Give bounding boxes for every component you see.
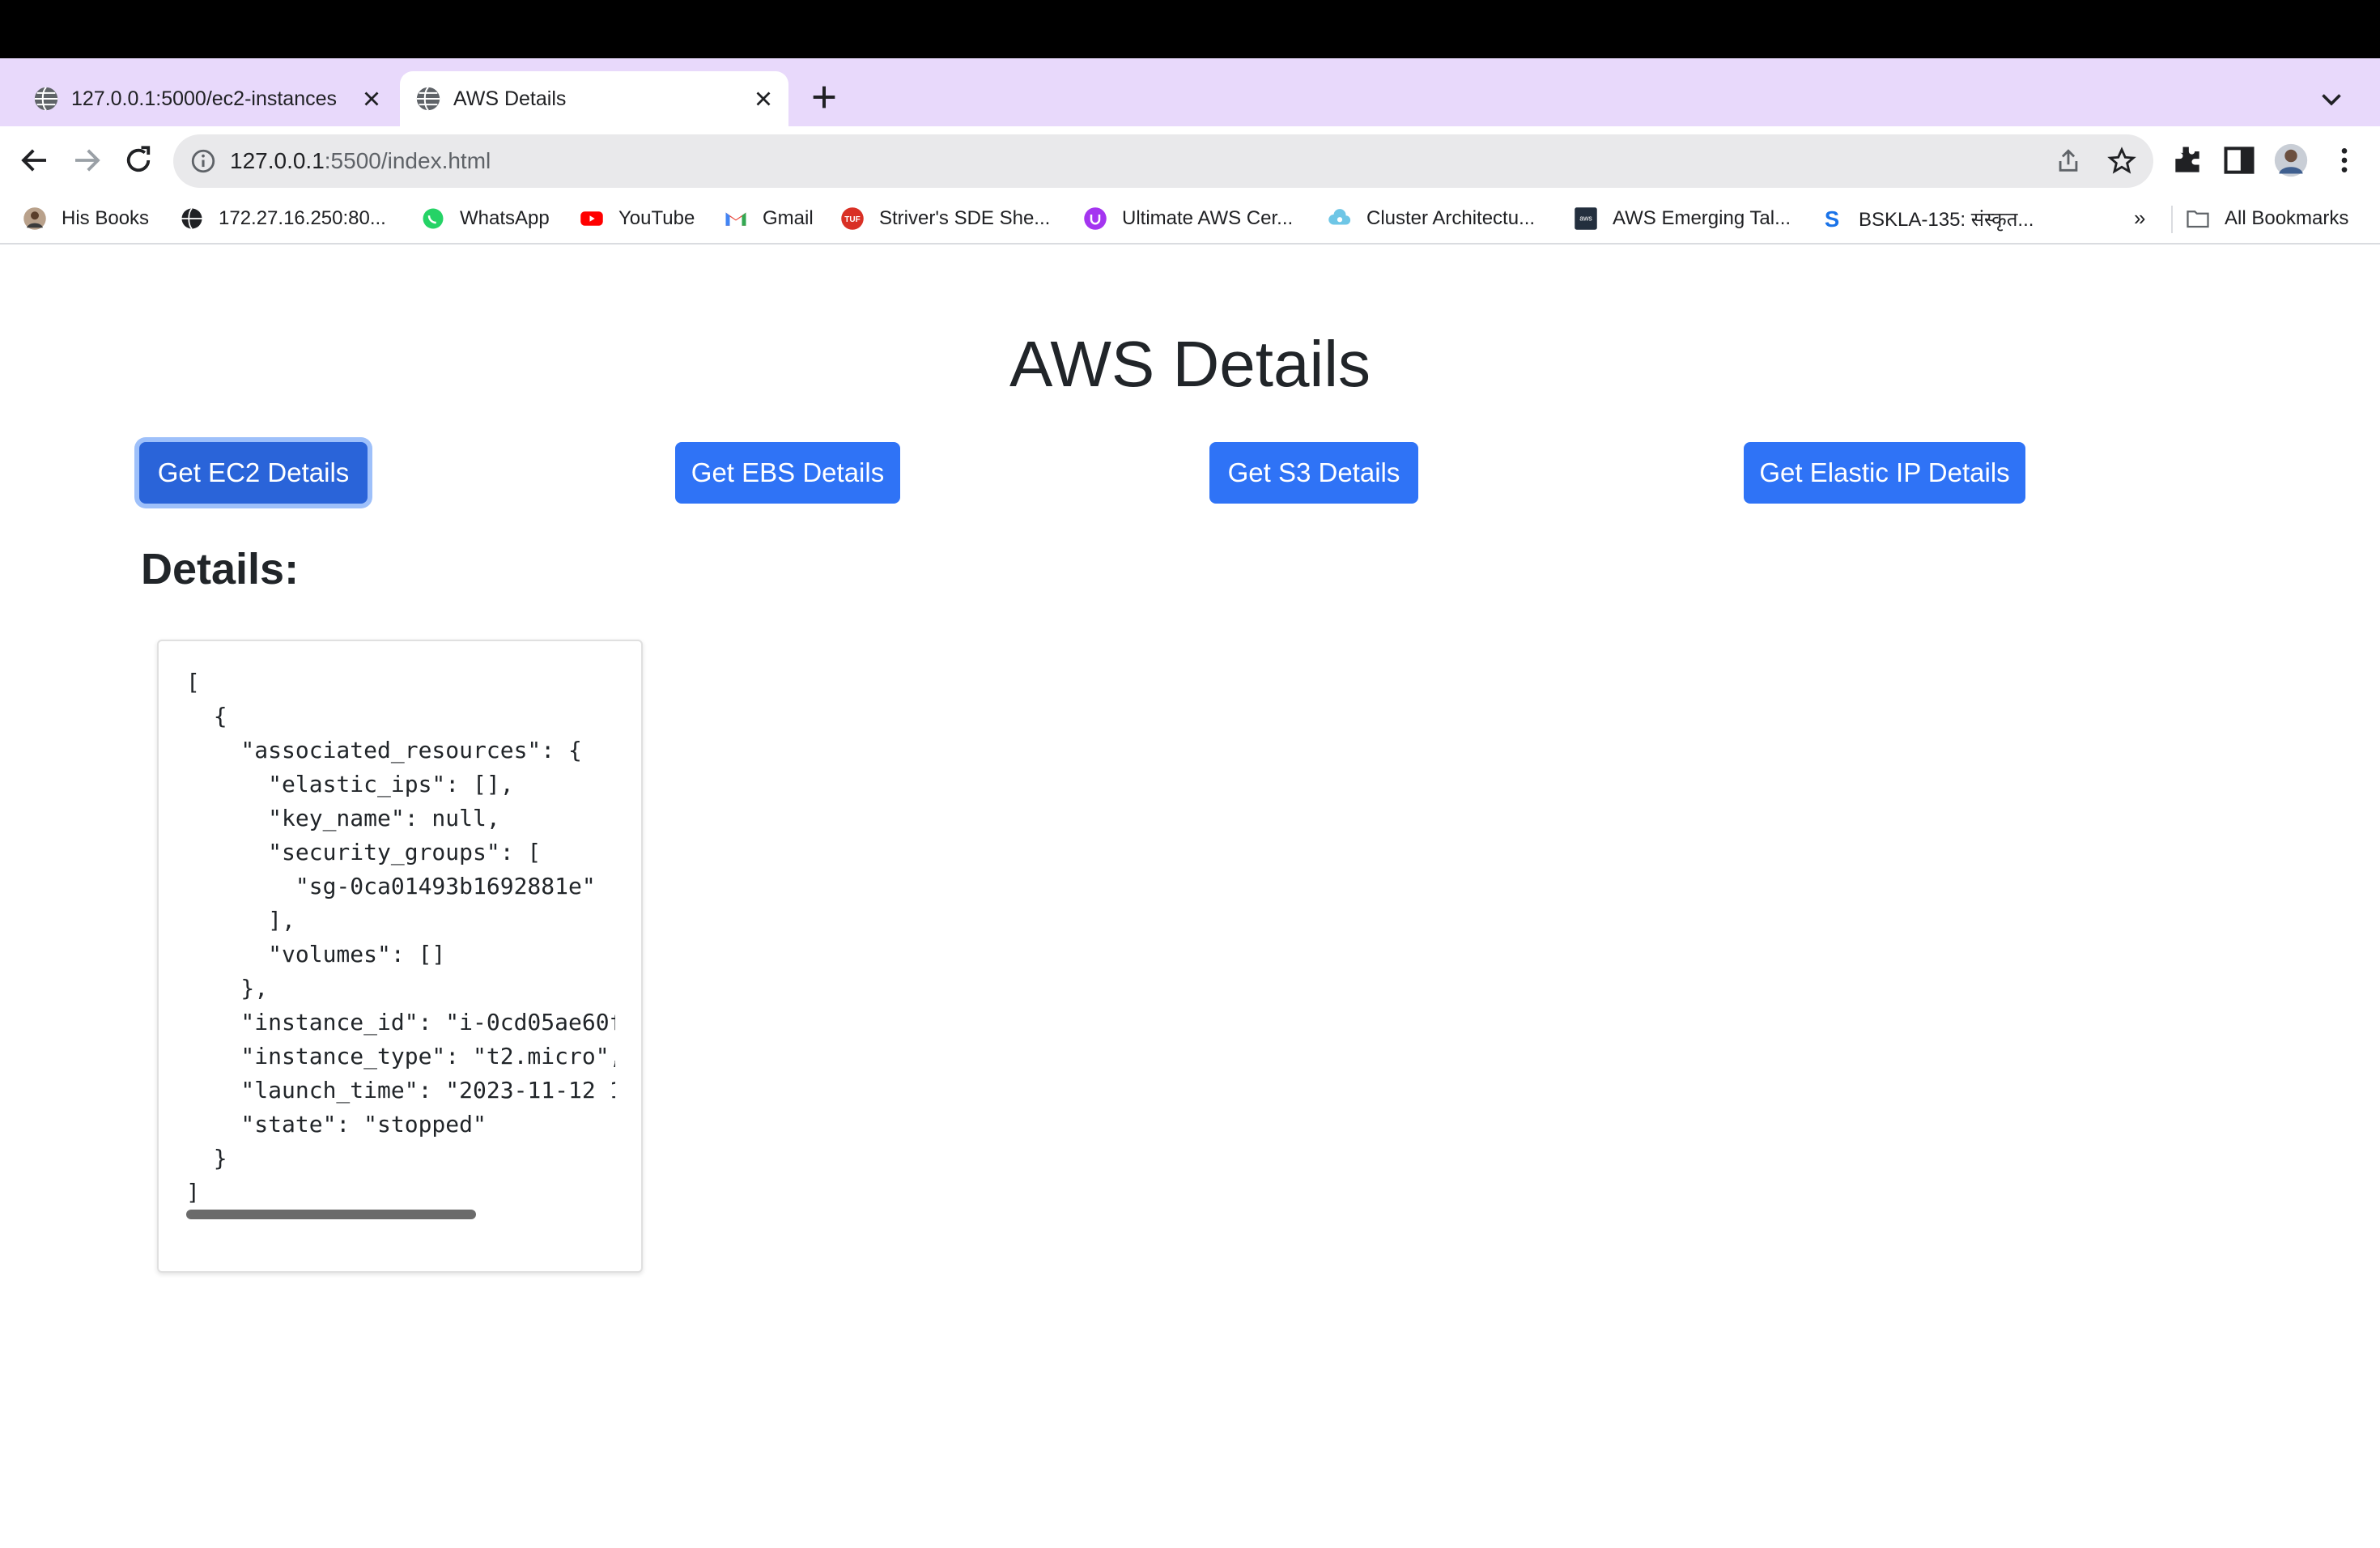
avatar-icon xyxy=(23,207,46,230)
bookmark-cluster-architecture[interactable]: Cluster Architectu... xyxy=(1328,194,1535,243)
bookmark-label: Ultimate AWS Cer... xyxy=(1122,207,1294,229)
svg-text:aws: aws xyxy=(1579,215,1592,223)
os-top-bar xyxy=(0,0,2380,58)
bookmark-gmail[interactable]: Gmail xyxy=(724,194,814,243)
horizontal-scrollbar[interactable] xyxy=(186,1210,476,1219)
page-title: AWS Details xyxy=(1009,328,1371,400)
url-path: :5500/index.html xyxy=(324,148,491,173)
bookmarks-bar: His Books 172.27.16.250:80... WhatsApp Y… xyxy=(0,194,2380,245)
profile-avatar-icon[interactable] xyxy=(2273,142,2309,178)
bookmark-label: 172.27.16.250:80... xyxy=(219,207,386,229)
tab-title: 127.0.0.1:5000/ec2-instances xyxy=(71,87,338,110)
tab-aws-details[interactable]: AWS Details xyxy=(400,71,788,126)
share-icon[interactable] xyxy=(2055,147,2082,175)
aws-icon: aws xyxy=(1575,207,1597,230)
details-output-card: [ { "associated_resources": { "elastic_i… xyxy=(157,640,643,1273)
get-elastic-ip-details-button[interactable]: Get Elastic IP Details xyxy=(1744,442,2025,504)
bookmark-label: YouTube xyxy=(618,207,695,229)
bookmark-striver-sde[interactable]: TUF Striver's SDE She... xyxy=(840,194,1050,243)
details-heading: Details: xyxy=(141,545,300,593)
chevron-down-icon[interactable] xyxy=(2317,84,2346,113)
globe-icon xyxy=(416,87,440,111)
url-host: 127.0.0.1 xyxy=(230,148,325,173)
bookmark-aws-emerging[interactable]: aws AWS Emerging Tal... xyxy=(1574,194,1791,243)
reload-icon[interactable] xyxy=(121,143,155,177)
tab-title: AWS Details xyxy=(453,87,567,110)
info-icon[interactable] xyxy=(189,147,217,175)
bookmark-his-books[interactable]: His Books xyxy=(23,194,149,243)
globe-icon xyxy=(34,87,58,111)
get-ec2-details-button[interactable]: Get EC2 Details xyxy=(139,442,368,504)
browser-toolbar: 127.0.0.1:5500/index.html xyxy=(0,126,2380,194)
bookmark-label: WhatsApp xyxy=(460,207,550,229)
bookmarks-divider xyxy=(2171,206,2173,233)
new-tab-icon[interactable] xyxy=(808,81,840,113)
close-icon[interactable] xyxy=(359,87,384,111)
globe-icon xyxy=(181,207,202,230)
bookmark-label: AWS Emerging Tal... xyxy=(1613,207,1791,229)
side-panel-icon[interactable] xyxy=(2221,142,2257,178)
folder-icon xyxy=(2187,211,2209,228)
svg-text:S: S xyxy=(1825,206,1839,231)
bookmark-ultimate-aws[interactable]: Ultimate AWS Cer... xyxy=(1083,194,1293,243)
gmail-icon xyxy=(725,212,746,226)
all-bookmarks-button[interactable]: All Bookmarks xyxy=(2186,194,2348,243)
tab-strip: 127.0.0.1:5000/ec2-instances AWS Details xyxy=(0,58,2380,126)
url-text[interactable]: 127.0.0.1:5500/index.html xyxy=(230,134,491,188)
bookmark-ip-address[interactable]: 172.27.16.250:80... xyxy=(180,194,386,243)
bookmark-label: Striver's SDE She... xyxy=(879,207,1051,229)
extensions-icon[interactable] xyxy=(2170,142,2205,178)
json-output[interactable]: [ { "associated_resources": { "elastic_i… xyxy=(186,666,615,1232)
get-s3-details-button[interactable]: Get S3 Details xyxy=(1209,442,1418,504)
close-icon[interactable] xyxy=(751,87,776,111)
bookmark-label: Gmail xyxy=(763,207,814,229)
address-bar[interactable]: 127.0.0.1:5500/index.html xyxy=(173,134,2153,188)
back-icon[interactable] xyxy=(18,143,52,177)
whatsapp-icon xyxy=(423,208,444,229)
youtube-icon xyxy=(580,211,603,226)
get-ebs-details-button[interactable]: Get EBS Details xyxy=(675,442,900,504)
cloud-icon xyxy=(1328,209,1351,225)
bookmark-whatsapp[interactable]: WhatsApp xyxy=(421,194,550,243)
tuf-icon: TUF xyxy=(841,207,864,230)
bookmark-bskla[interactable]: S BSKLA-135: संस्कृत... xyxy=(1820,194,2034,243)
forward-icon[interactable] xyxy=(70,143,104,177)
svg-text:TUF: TUF xyxy=(844,215,860,224)
bookmarks-overflow-button[interactable]: » xyxy=(2134,206,2145,231)
tab-ec2-instances[interactable]: 127.0.0.1:5000/ec2-instances xyxy=(18,71,397,126)
bookmark-label: BSKLA-135: संस्कृत... xyxy=(1859,208,2034,231)
s-icon: S xyxy=(1825,206,1839,231)
bookmark-star-icon[interactable] xyxy=(2106,146,2137,176)
udemy-icon xyxy=(1084,207,1107,230)
bookmark-youtube[interactable]: YouTube xyxy=(580,194,695,243)
bookmark-label: Cluster Architectu... xyxy=(1366,207,1536,229)
more-menu-icon[interactable] xyxy=(2328,142,2361,178)
bookmark-label: All Bookmarks xyxy=(2225,207,2349,229)
bookmark-label: His Books xyxy=(62,207,150,229)
